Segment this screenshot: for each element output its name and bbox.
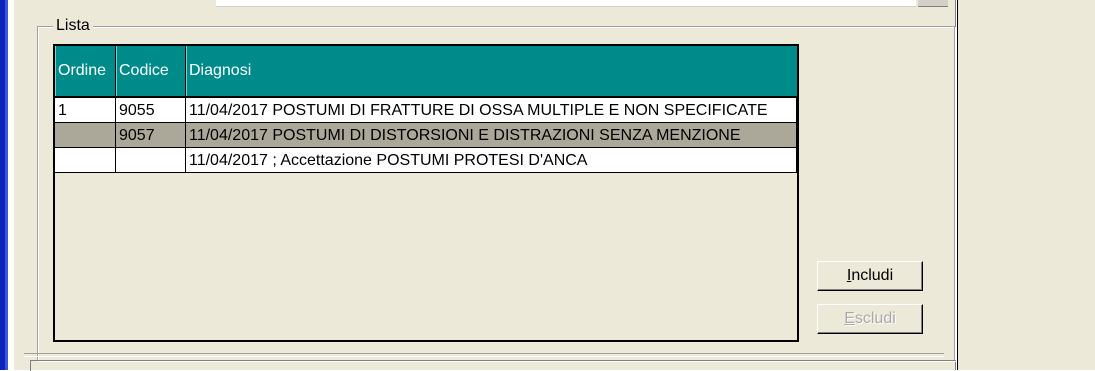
cell-codice[interactable]: 9055 [116,98,186,123]
table-row[interactable]: 1 9055 11/04/2017 POSTUMI DI FRATTURE DI… [55,98,797,123]
escludi-label: scludi [854,310,896,327]
table-row-selected[interactable]: 9057 11/04/2017 POSTUMI DI DISTORSIONI E… [55,123,797,148]
top-field-edge[interactable] [216,0,916,7]
lower-panel-edge [30,360,956,371]
includi-button[interactable]: Includi [817,261,923,291]
cell-codice[interactable] [116,148,186,173]
cell-ordine[interactable] [55,123,116,148]
right-empty-area [958,0,1095,370]
grid-header: Ordine Codice Diagnosi [55,46,797,96]
table-row[interactable]: 11/04/2017 ; Accettazione POSTUMI PROTES… [55,148,797,173]
column-header-diagnosi[interactable]: Diagnosi [186,46,797,96]
top-field-button-edge[interactable] [918,0,948,7]
cell-ordine[interactable] [55,148,116,173]
cell-diagnosi[interactable]: 11/04/2017 POSTUMI DI DISTORSIONI E DIST… [186,123,797,148]
cell-diagnosi[interactable]: 11/04/2017 POSTUMI DI FRATTURE DI OSSA M… [186,98,797,123]
groupbox-label: Lista [53,16,93,36]
escludi-button[interactable]: Escludi [817,304,923,334]
diagnosi-grid[interactable]: Ordine Codice Diagnosi 1 9055 11/04/2017… [53,44,799,342]
cell-codice[interactable]: 9057 [116,123,186,148]
column-header-ordine[interactable]: Ordine [55,46,116,96]
includi-label: ncludi [851,267,894,284]
cell-ordine[interactable]: 1 [55,98,116,123]
cell-diagnosi[interactable]: 11/04/2017 ; Accettazione POSTUMI PROTES… [186,148,797,173]
escludi-accel: E [844,310,855,327]
column-header-codice[interactable]: Codice [116,46,186,96]
group-bottom-divider [24,353,944,357]
